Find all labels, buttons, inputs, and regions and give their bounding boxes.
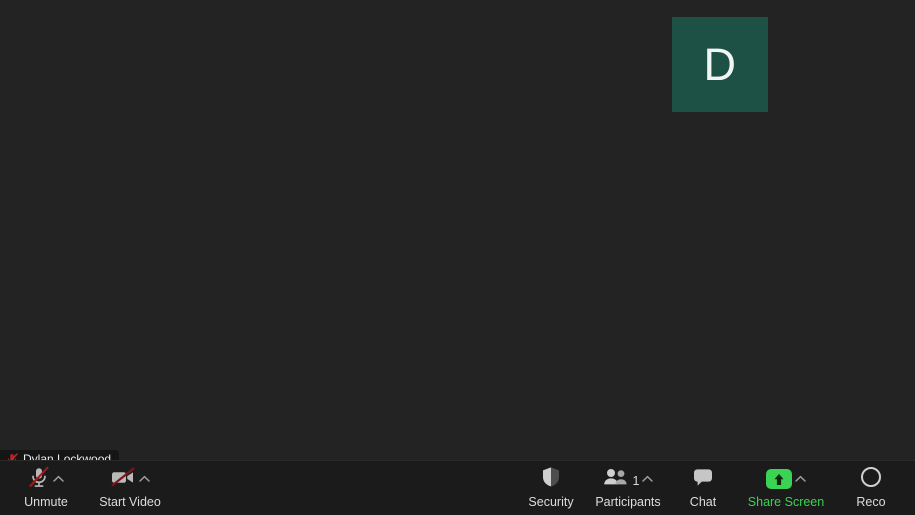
chat-bubble-icon: [692, 467, 714, 492]
people-icon: [603, 468, 629, 491]
video-options-chevron-up-icon[interactable]: [138, 467, 150, 491]
share-screen-button[interactable]: Share Screen: [732, 461, 840, 515]
video-off-icon: [110, 467, 136, 492]
participants-button[interactable]: 1 Participants: [582, 461, 674, 515]
chat-button[interactable]: Chat: [674, 461, 732, 515]
record-circle-icon: [860, 466, 882, 493]
avatar: D: [672, 17, 768, 112]
shield-icon: [541, 466, 561, 493]
toolbar-left-group: Unmute Start Video: [8, 461, 176, 515]
unmute-button[interactable]: Unmute: [8, 461, 84, 515]
meeting-control-toolbar: Unmute Start Video Security 1 Participan…: [0, 460, 915, 515]
participants-button-label: Participants: [595, 495, 661, 509]
video-stage: D Dylan Lockwood: [0, 0, 915, 460]
security-button[interactable]: Security: [520, 461, 582, 515]
chat-button-label: Chat: [689, 495, 717, 509]
participants-options-chevron-up-icon[interactable]: [641, 467, 653, 491]
audio-options-chevron-up-icon[interactable]: [52, 467, 64, 491]
mic-muted-icon: [6, 452, 18, 460]
record-button-label: Reco: [856, 495, 886, 509]
start-video-button[interactable]: Start Video: [84, 461, 176, 515]
toolbar-right-group: Security 1 Participants Chat Share Scree…: [520, 461, 902, 515]
unmute-button-label: Unmute: [24, 495, 68, 509]
security-button-label: Security: [528, 495, 574, 509]
zoom-meeting-window: D Dylan Lockwood Unmute Start Video Secu…: [0, 0, 915, 515]
participant-video-tile[interactable]: D: [672, 17, 768, 112]
avatar-initial: D: [703, 39, 737, 90]
record-button[interactable]: Reco: [840, 461, 902, 515]
share-arrow-up-icon: [766, 469, 792, 489]
mic-muted-icon: [28, 466, 50, 493]
share-options-chevron-up-icon[interactable]: [794, 467, 806, 491]
share-screen-button-label: Share Screen: [747, 495, 825, 509]
participant-name-label: Dylan Lockwood: [0, 450, 120, 460]
start-video-button-label: Start Video: [99, 495, 161, 509]
participants-count: 1: [632, 474, 640, 488]
participant-name-text: Dylan Lockwood: [23, 452, 112, 460]
